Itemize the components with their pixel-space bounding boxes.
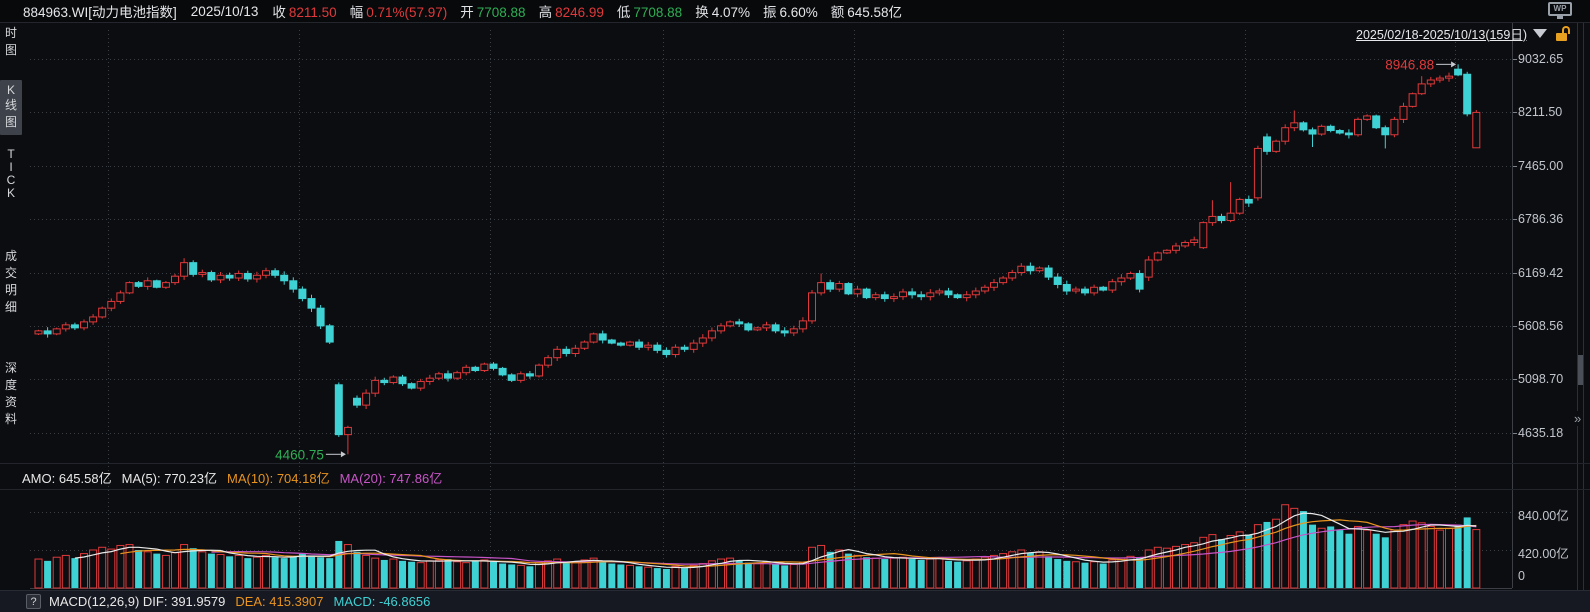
app-window: { "header": { "symbol": "884963.WI[动力电池指…: [0, 0, 1590, 612]
top-info-bar: 884963.WI[动力电池指数] 2025/10/13 收8211.50 幅0.…: [0, 0, 1590, 23]
macd-status-bar: ? MACD(12,26,9) DIF: 391.9579 DEA: 415.39…: [0, 590, 1590, 612]
price-axis-label: 7465.00: [1518, 159, 1563, 173]
expand-panel-button[interactable]: »: [1572, 411, 1583, 426]
sidebar-item-5[interactable]: 深度资料: [0, 360, 22, 428]
quote-fields: 收8211.50 幅0.71%(57.97) 开7708.88 高8246.99 低77…: [272, 1, 915, 21]
quote-field: 低7708.88: [617, 1, 682, 21]
quote-field: 幅0.71%(57.97): [350, 1, 448, 21]
wp-monitor-icon[interactable]: WP: [1548, 2, 1572, 20]
chevron-down-icon[interactable]: [1533, 29, 1547, 38]
price-annotations: 8946.88 4460.75: [275, 57, 1456, 462]
price-axis-label: 5608.56: [1518, 319, 1563, 333]
unlock-icon[interactable]: [1556, 26, 1570, 41]
right-rail: [1583, 23, 1584, 612]
panel-divider: [0, 489, 1590, 490]
quote-field: 收8211.50: [272, 1, 336, 21]
volume-legend-field: MA(5): 770.23亿: [122, 468, 217, 487]
panel-divider: [0, 463, 1590, 464]
scrollbar-thumb[interactable]: [1578, 355, 1583, 385]
svg-text:8946.88: 8946.88: [1385, 57, 1434, 72]
trade-date: 2025/10/13: [191, 4, 259, 19]
quote-field: 额645.58亿: [831, 1, 902, 21]
price-axis-label: 5098.70: [1518, 372, 1563, 386]
macd-fields: MACD(12,26,9) DIF: 391.9579 DEA: 415.3907…: [49, 594, 440, 609]
volume-axis-label: 420.00亿: [1518, 543, 1569, 562]
volume-legend-field: AMO: 645.58亿: [22, 468, 112, 487]
quote-field: 高8246.99: [539, 1, 604, 21]
volume-legend-field: MA(20): 747.86亿: [340, 468, 443, 487]
sidebar-item-2[interactable]: K线图: [0, 80, 22, 135]
volume-legend-field: MA(10): 704.18亿: [227, 468, 330, 487]
price-axis-label: 6169.42: [1518, 266, 1563, 280]
volume-axis-label: 840.00亿: [1518, 505, 1569, 524]
price-axis-label: 4635.18: [1518, 426, 1563, 440]
svg-text:4460.75: 4460.75: [275, 447, 324, 462]
price-axis-label: 9032.65: [1518, 52, 1563, 66]
quote-field: 开7708.88: [460, 1, 525, 21]
right-rail: [1577, 23, 1578, 612]
kline-chart[interactable]: 8946.88 4460.75: [0, 0, 1590, 612]
help-icon[interactable]: ?: [26, 594, 41, 609]
left-tab-sidebar: 分时图K线图TICK成交明细深度资料: [0, 0, 22, 612]
quote-field: 振6.60%: [763, 1, 818, 21]
macd-field: MACD(12,26,9) DIF: 391.9579: [49, 594, 225, 609]
price-axis-label: 8211.50: [1518, 105, 1562, 119]
quote-field: 换4.07%: [695, 1, 750, 21]
candles: [35, 64, 1480, 454]
sidebar-item-4[interactable]: 成交明细: [0, 248, 22, 316]
sidebar-item-3[interactable]: TICK: [0, 148, 22, 200]
macd-field: MACD: -46.8656: [334, 594, 431, 609]
symbol-title: 884963.WI[动力电池指数]: [23, 1, 177, 21]
macd-field: DEA: 415.3907: [235, 594, 323, 609]
volume-legend-row: AMO: 645.58亿 MA(5): 770.23亿 MA(10): 704.18…: [22, 467, 452, 487]
volume-axis-label: 0: [1518, 569, 1525, 583]
date-range-bar: 2025/02/18-2025/10/13(159日): [1356, 25, 1570, 41]
volume-bars: [35, 505, 1480, 588]
date-range-selector[interactable]: 2025/02/18-2025/10/13(159日): [1356, 24, 1527, 43]
price-axis-label: 6786.36: [1518, 212, 1563, 226]
